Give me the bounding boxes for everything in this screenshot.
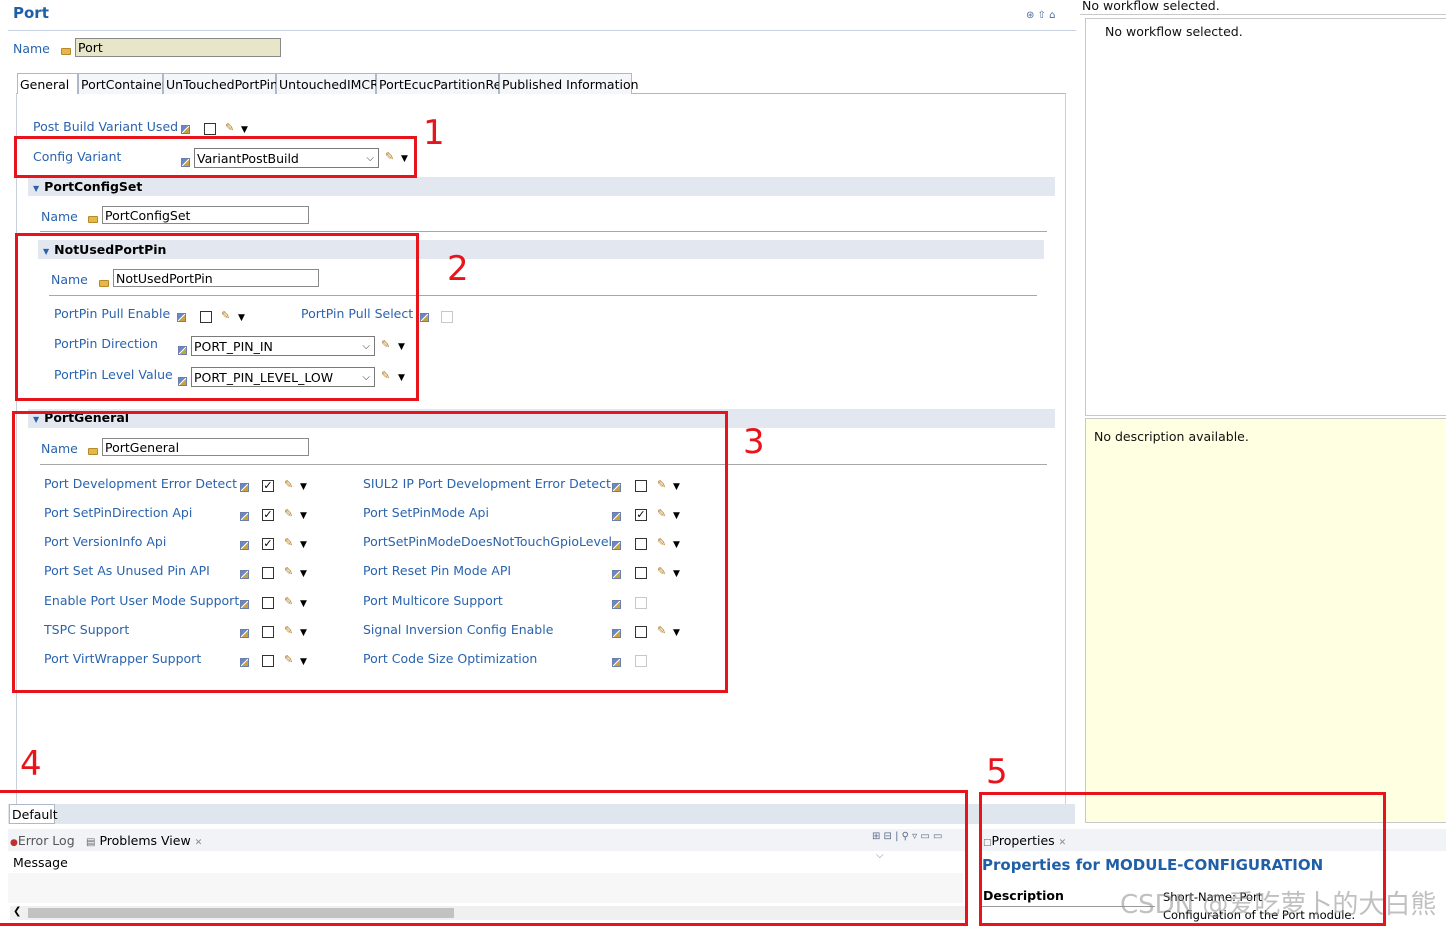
collapse-triangle-icon: ▼: [33, 184, 40, 193]
tab-portcontainer[interactable]: PortContainer: [78, 73, 167, 94]
folder-icon: [88, 216, 98, 223]
post-build-variant-used-checkbox[interactable]: [204, 123, 216, 135]
name-label: Name: [13, 41, 50, 56]
workflow-header: No workflow selected.: [1082, 0, 1220, 13]
dropdown-arrow-icon[interactable]: ▼: [241, 125, 248, 135]
annotation-number-1: 1: [423, 113, 445, 153]
description-text: No description available.: [1094, 429, 1249, 444]
folder-icon: [61, 48, 71, 55]
portconfigset-header-label: PortConfigSet: [44, 179, 143, 194]
post-build-variant-used-label: Post Build Variant Used: [33, 119, 179, 134]
annotation-box-4: [0, 790, 968, 926]
annotation-box-2: [15, 233, 419, 401]
portconfigset-section-header[interactable]: ▼ PortConfigSet: [28, 177, 1055, 196]
tab-published-information[interactable]: Published Information: [499, 73, 639, 94]
annotation-number-4: 4: [20, 744, 42, 784]
separator: [40, 231, 1047, 232]
portconfigset-name-field[interactable]: PortConfigSet: [102, 206, 309, 224]
annotation-number-3: 3: [743, 422, 765, 462]
portconfigset-name-label: Name: [41, 209, 78, 224]
title-separator: [8, 30, 1076, 31]
description-panel: [1085, 418, 1446, 823]
portpin-pull-select-checkbox: [441, 311, 453, 323]
annotation-box-1: [14, 136, 417, 178]
annotation-box-5: [979, 792, 1386, 926]
workflow-body-text: No workflow selected.: [1105, 24, 1243, 39]
editor-toolbar-icons[interactable]: ⊛ ⇧ ⌂: [1026, 10, 1055, 21]
annotation-number-2: 2: [447, 249, 469, 289]
name-field[interactable]: Port: [75, 38, 281, 57]
tab-untouchedportpin[interactable]: UnTouchedPortPin: [163, 73, 278, 94]
tab-general[interactable]: General: [17, 73, 78, 94]
variant-icon: [181, 125, 190, 134]
annotation-box-3: [12, 411, 728, 693]
editor-title: Port: [13, 4, 49, 22]
variant-icon: [420, 313, 429, 322]
workflow-header-separator: [1080, 14, 1446, 15]
annotation-number-5: 5: [986, 752, 1008, 792]
tab-portecucpartitionref[interactable]: PortEcucPartitionRef: [376, 73, 506, 94]
workflow-panel: [1085, 18, 1446, 416]
tab-untouchedimcr[interactable]: UntouchedIMCR: [276, 73, 379, 94]
pencil-icon[interactable]: ✎: [225, 122, 237, 134]
